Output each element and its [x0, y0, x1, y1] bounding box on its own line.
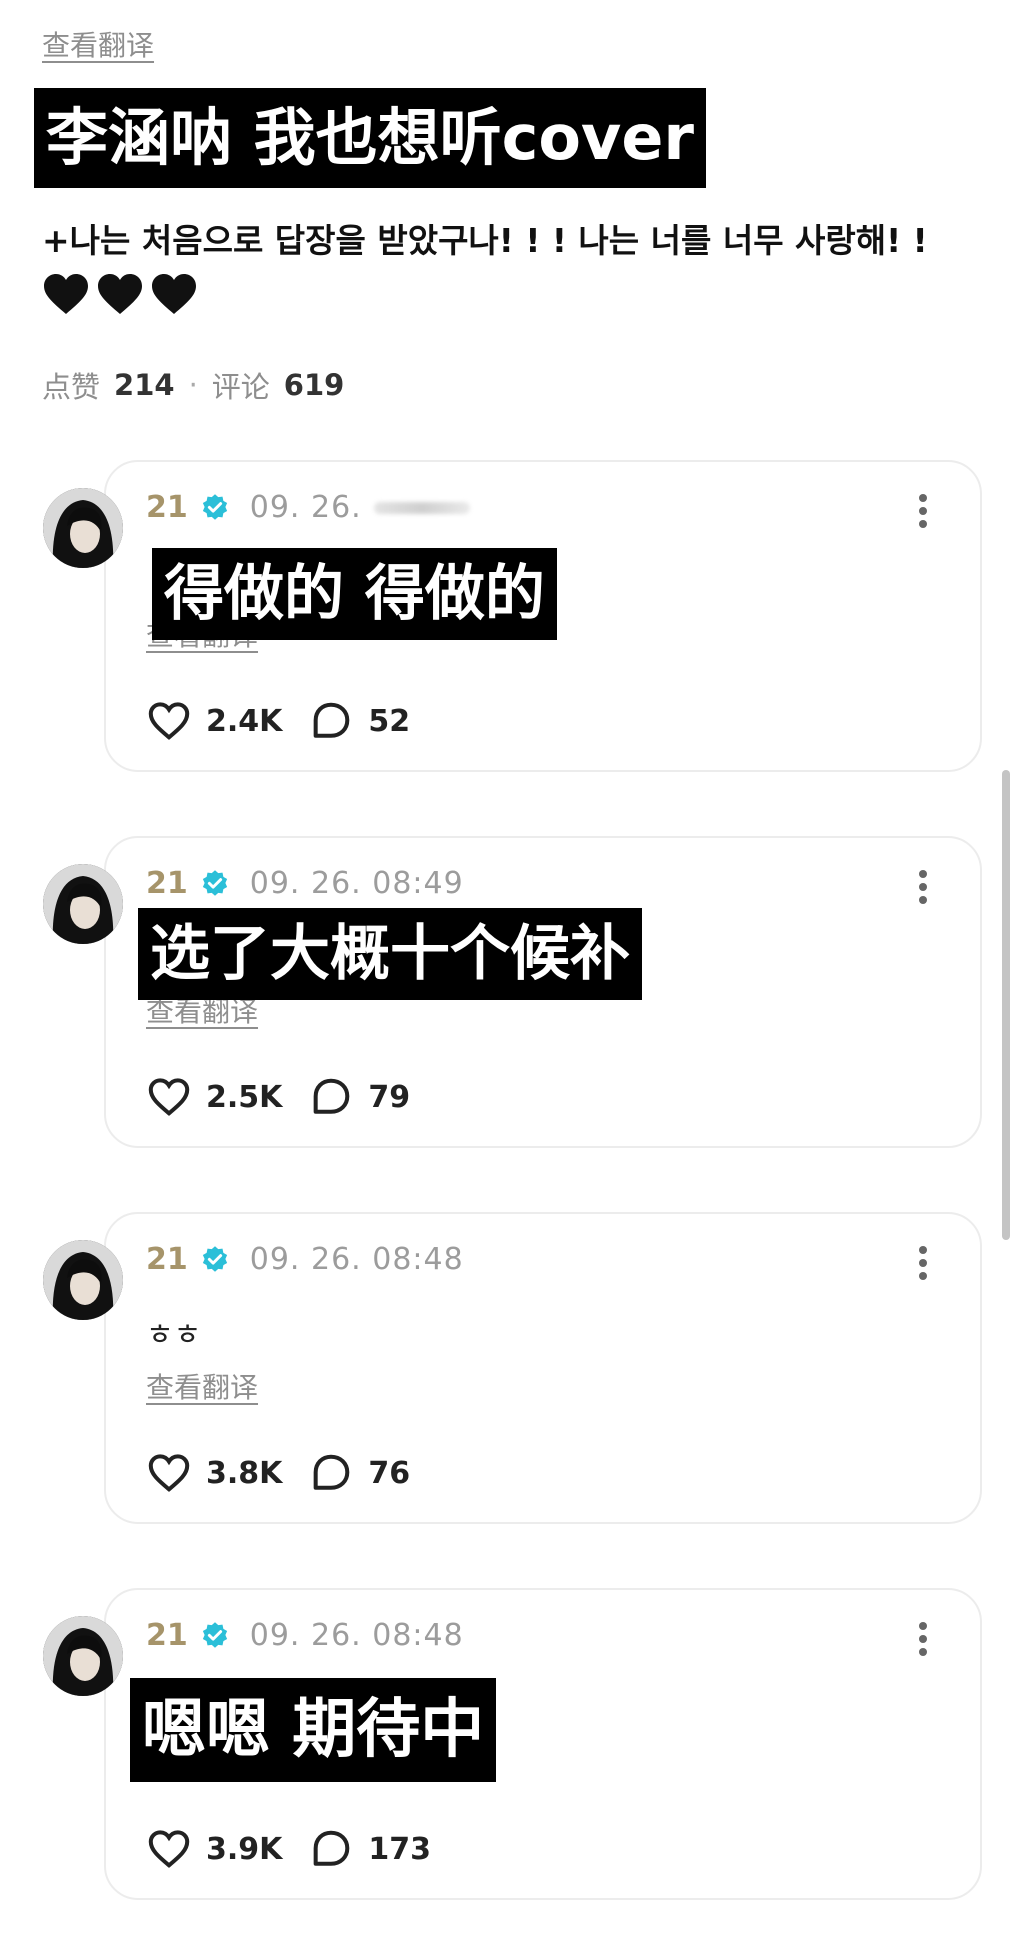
like-count: 2.5K [206, 1079, 283, 1115]
comment-bubble-icon[interactable] [308, 698, 354, 744]
verified-badge-icon [202, 869, 227, 896]
post-caption-overlay: 李涵呐 我也想听cover [34, 88, 706, 188]
post-stats: 点赞 214 · 评论 619 [42, 364, 344, 406]
verified-badge-icon [202, 1245, 227, 1272]
comment-header: 21 09. 26. 08:48 [146, 1618, 464, 1653]
username[interactable]: 21 [146, 1618, 188, 1653]
verified-badge-icon [202, 493, 227, 520]
heart-icon[interactable] [146, 1826, 192, 1872]
more-options-icon[interactable] [918, 870, 928, 904]
more-options-icon[interactable] [918, 1246, 928, 1280]
likes-count[interactable]: 214 [114, 368, 175, 402]
avatar[interactable] [43, 1240, 123, 1320]
scrollbar[interactable] [1002, 770, 1010, 1240]
black-heart-icon [44, 274, 88, 314]
comments-count[interactable]: 619 [284, 368, 345, 402]
post-body-text: +나는 처음으로 답장을 받았구나! ! ! 나는 너를 너무 사랑해! ! [42, 221, 928, 260]
more-options-icon[interactable] [918, 494, 928, 528]
comment-actions: 2.5K 79 [146, 1074, 410, 1120]
comment-header: 21 09. 26. [146, 490, 470, 525]
reply-count: 76 [368, 1455, 411, 1491]
comment-caption-overlay: 选了大概十个候补 [138, 908, 642, 1000]
reply-count: 173 [368, 1831, 432, 1867]
comment-caption-overlay: 嗯嗯 期待中 [130, 1678, 497, 1782]
comment-text: ㅎㅎ [146, 1318, 202, 1353]
more-options-icon[interactable] [918, 1622, 928, 1656]
comment-actions: 3.9K 173 [146, 1826, 431, 1872]
post-translate-link[interactable]: 查看翻译 [42, 24, 154, 64]
translate-link[interactable]: 查看翻译 [146, 1366, 258, 1406]
username[interactable]: 21 [146, 866, 188, 901]
avatar[interactable] [43, 1616, 123, 1696]
comment-caption-overlay: 得做的 得做的 [152, 548, 557, 640]
heart-icon[interactable] [146, 698, 192, 744]
timestamp: 09. 26. 08:48 [249, 1242, 464, 1277]
blurred-timestamp [373, 501, 470, 514]
comment-actions: 3.8K 76 [146, 1450, 410, 1496]
username[interactable]: 21 [146, 490, 188, 525]
comment-bubble-icon[interactable] [308, 1826, 354, 1872]
likes-label: 点赞 [42, 370, 101, 404]
comment-header: 21 09. 26. 08:49 [146, 866, 464, 901]
heart-emoji-row [42, 272, 982, 316]
timestamp: 09. 26. 08:48 [249, 1618, 464, 1653]
comment-actions: 2.4K 52 [146, 698, 410, 744]
post-body: +나는 처음으로 답장을 받았구나! ! ! 나는 너를 너무 사랑해! ! [42, 214, 982, 316]
stats-separator: · [188, 368, 198, 402]
like-count: 2.4K [206, 703, 283, 739]
black-heart-icon [152, 274, 196, 314]
username[interactable]: 21 [146, 1242, 188, 1277]
comment-card: 21 09. 26. 查看翻译 得做的 得做的 2.4K 52 [43, 460, 982, 772]
comment-header: 21 09. 26. 08:48 [146, 1242, 464, 1277]
black-heart-icon [98, 274, 142, 314]
comment-bubble-icon[interactable] [308, 1074, 354, 1120]
timestamp: 09. 26. 08:49 [249, 866, 464, 901]
comments-label: 评论 [211, 370, 270, 404]
like-count: 3.9K [206, 1831, 283, 1867]
comment-card: 21 09. 26. 08:49 查看翻译 选了大概十个候补 2.5K 79 [43, 836, 982, 1148]
reply-count: 79 [368, 1079, 411, 1115]
timestamp: 09. 26. [249, 490, 362, 525]
verified-badge-icon [202, 1621, 227, 1648]
like-count: 3.8K [206, 1455, 283, 1491]
comment-card: 21 09. 26. 08:48 ㅎㅎ 查看翻译 3.8K 76 [43, 1212, 982, 1524]
comment-card: 21 09. 26. 08:48 嗯嗯 期待中 3.9K 173 [43, 1588, 982, 1900]
heart-icon[interactable] [146, 1450, 192, 1496]
comment-bubble-icon[interactable] [308, 1450, 354, 1496]
heart-icon[interactable] [146, 1074, 192, 1120]
avatar[interactable] [43, 864, 123, 944]
avatar[interactable] [43, 488, 123, 568]
reply-count: 52 [368, 703, 411, 739]
